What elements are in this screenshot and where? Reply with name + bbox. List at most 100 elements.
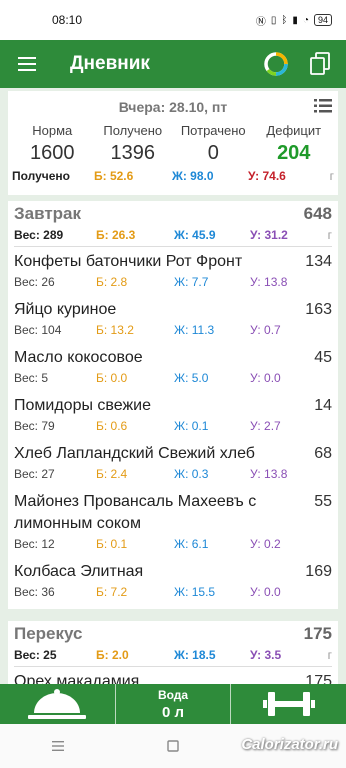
food-fat: Ж: 11.3	[174, 323, 215, 337]
food-item[interactable]: Орех макадамия 175	[8, 667, 338, 684]
recents-button[interactable]	[0, 739, 115, 753]
summary-macros: Получено Б: 52.6 Ж: 98.0 У: 74.6 г	[8, 165, 338, 183]
food-item[interactable]: Колбаса Элитная 169 Вес: 36 Б: 7.2 Ж: 15.5 У…	[8, 557, 338, 609]
food-carbs: У: 13.8	[250, 467, 288, 481]
food-carbs: У: 2.7	[250, 419, 281, 433]
hamburger-icon	[18, 57, 36, 71]
meal-fat: Ж: 45.9	[174, 228, 216, 242]
food-kcal: 163	[305, 301, 332, 318]
food-name: Конфеты батончики Рот Фронт	[14, 253, 243, 270]
food-name: Орех макадамия	[14, 673, 140, 684]
day-summary: Вчера: 28.10, пт Норма 1600 Получено 139…	[8, 91, 338, 195]
food-protein: Б: 13.2	[96, 323, 134, 337]
food-item[interactable]: Хлеб Лапландский Свежий хлеб 68 Вес: 27 Б:…	[8, 439, 338, 487]
add-activity-button[interactable]	[231, 684, 346, 724]
food-protein: Б: 0.1	[96, 537, 128, 551]
signal-icon: ▮	[292, 14, 298, 26]
meal-header[interactable]: Перекус 175 Вес: 25 Б: 2.0 Ж: 18.5 У: 3.…	[8, 621, 338, 667]
food-name: Яйцо куриное	[14, 301, 117, 318]
water-value: 0 л	[161, 703, 185, 721]
summary-unit: г	[329, 169, 334, 183]
food-item[interactable]: Конфеты батончики Рот Фронт 134 Вес: 26 Б:…	[8, 247, 338, 295]
add-food-button[interactable]	[0, 684, 115, 724]
diary-content[interactable]: Вчера: 28.10, пт Норма 1600 Получено 139…	[0, 88, 346, 684]
summary-fat: Ж: 98.0	[172, 169, 214, 183]
food-weight: Вес: 12	[14, 537, 55, 551]
day-selector[interactable]: Вчера: 28.10, пт	[8, 91, 338, 123]
food-carbs: У: 0.2	[250, 537, 281, 551]
food-item[interactable]: Яйцо куриное 163 Вес: 104 Б: 13.2 Ж: 11.3 У:…	[8, 295, 338, 343]
bottom-nav: Вода 0 л	[0, 684, 346, 724]
stats-row: Норма 1600 Получено 1396 Потрачено 0 Деф…	[8, 123, 338, 165]
food-protein: Б: 0.6	[96, 419, 128, 433]
page-title: Дневник	[70, 53, 150, 74]
meal-unit: г	[327, 648, 332, 662]
progress-ring-icon	[264, 52, 288, 76]
food-kcal: 55	[314, 493, 332, 510]
food-kcal: 134	[305, 253, 332, 270]
stat-norm-label: Норма	[32, 123, 73, 138]
meal-header[interactable]: Завтрак 648 Вес: 289 Б: 26.3 Ж: 45.9 У: …	[8, 201, 338, 247]
meal-snack[interactable]: Перекус 175 Вес: 25 Б: 2.0 Ж: 18.5 У: 3.…	[8, 621, 338, 684]
copy-button[interactable]	[298, 40, 342, 88]
stat-spent: Потрачено 0	[173, 123, 254, 165]
food-protein: Б: 7.2	[96, 585, 128, 599]
dumbbell-icon	[262, 692, 315, 716]
meal-unit: г	[327, 228, 332, 242]
meal-kcal: 175	[303, 624, 332, 643]
food-weight: Вес: 27	[14, 467, 55, 481]
food-fat: Ж: 7.7	[174, 275, 209, 289]
meal-macros: Вес: 289 Б: 26.3 Ж: 45.9 У: 31.2 г	[14, 228, 332, 247]
food-item[interactable]: Помидоры свежие 14 Вес: 79 Б: 0.6 Ж: 0.1 У: …	[8, 391, 338, 439]
recents-icon	[51, 741, 64, 751]
food-name: Майонез Провансаль Махеевъ с лимонным со…	[14, 493, 257, 532]
water-button[interactable]: Вода 0 л	[114, 684, 232, 724]
meal-carbs: У: 3.5	[250, 648, 282, 662]
food-weight: Вес: 36	[14, 585, 55, 599]
water-label: Вода	[157, 687, 189, 702]
home-button[interactable]	[115, 739, 230, 753]
meal-title: Завтрак	[14, 204, 82, 223]
stat-norm: Норма 1600	[12, 123, 93, 165]
home-icon	[166, 740, 179, 752]
food-kcal: 68	[314, 445, 332, 462]
food-fat: Ж: 6.1	[174, 537, 209, 551]
food-carbs: У: 0.0	[250, 585, 281, 599]
status-bar: 08:10 Ⓝ ▯ ᛒ ▮ ◔ 94	[0, 0, 346, 40]
wifi-icon: ◔	[302, 14, 309, 26]
meal-breakfast[interactable]: Завтрак 648 Вес: 289 Б: 26.3 Ж: 45.9 У: …	[8, 201, 338, 609]
stat-spent-label: Потрачено	[180, 123, 246, 138]
battery-icon: 94	[313, 14, 332, 26]
summary-row-label: Получено	[12, 169, 71, 183]
food-carbs: У: 13.8	[250, 275, 288, 289]
copy-icon	[310, 52, 330, 75]
bluetooth-icon: ᛒ	[281, 14, 288, 26]
watermark: Calorizator.ru	[241, 736, 338, 753]
list-icon[interactable]	[314, 99, 332, 113]
food-item[interactable]: Майонез Провансаль Махеевъ с лимонным со…	[8, 487, 338, 557]
stat-norm-value: 1600	[30, 142, 75, 164]
food-name: Масло кокосовое	[14, 349, 143, 366]
meal-carbs: У: 31.2	[250, 228, 288, 242]
food-weight: Вес: 5	[14, 371, 49, 385]
summary-carbs: У: 74.6	[248, 169, 286, 183]
food-weight: Вес: 79	[14, 419, 55, 433]
food-weight: Вес: 26	[14, 275, 55, 289]
app-bar: Дневник	[0, 40, 346, 88]
food-protein: Б: 2.8	[96, 275, 128, 289]
food-item[interactable]: Масло кокосовое 45 Вес: 5 Б: 0.0 Ж: 5.0 У: 0…	[8, 343, 338, 391]
food-carbs: У: 0.7	[250, 323, 281, 337]
stat-deficit-label: Дефицит	[266, 123, 322, 138]
food-weight: Вес: 104	[14, 323, 62, 337]
food-fat: Ж: 15.5	[174, 585, 216, 599]
food-protein: Б: 0.0	[96, 371, 128, 385]
meal-weight: Вес: 289	[14, 228, 64, 242]
food-kcal: 45	[314, 349, 332, 366]
food-fat: Ж: 0.3	[174, 467, 209, 481]
food-protein: Б: 2.4	[96, 467, 128, 481]
menu-button[interactable]	[0, 57, 54, 71]
progress-button[interactable]	[254, 40, 298, 88]
stat-spent-value: 0	[207, 142, 219, 164]
status-icons: Ⓝ ▯ ᛒ ▮ ◔ 94	[256, 13, 332, 28]
food-name: Хлеб Лапландский Свежий хлеб	[14, 445, 255, 462]
